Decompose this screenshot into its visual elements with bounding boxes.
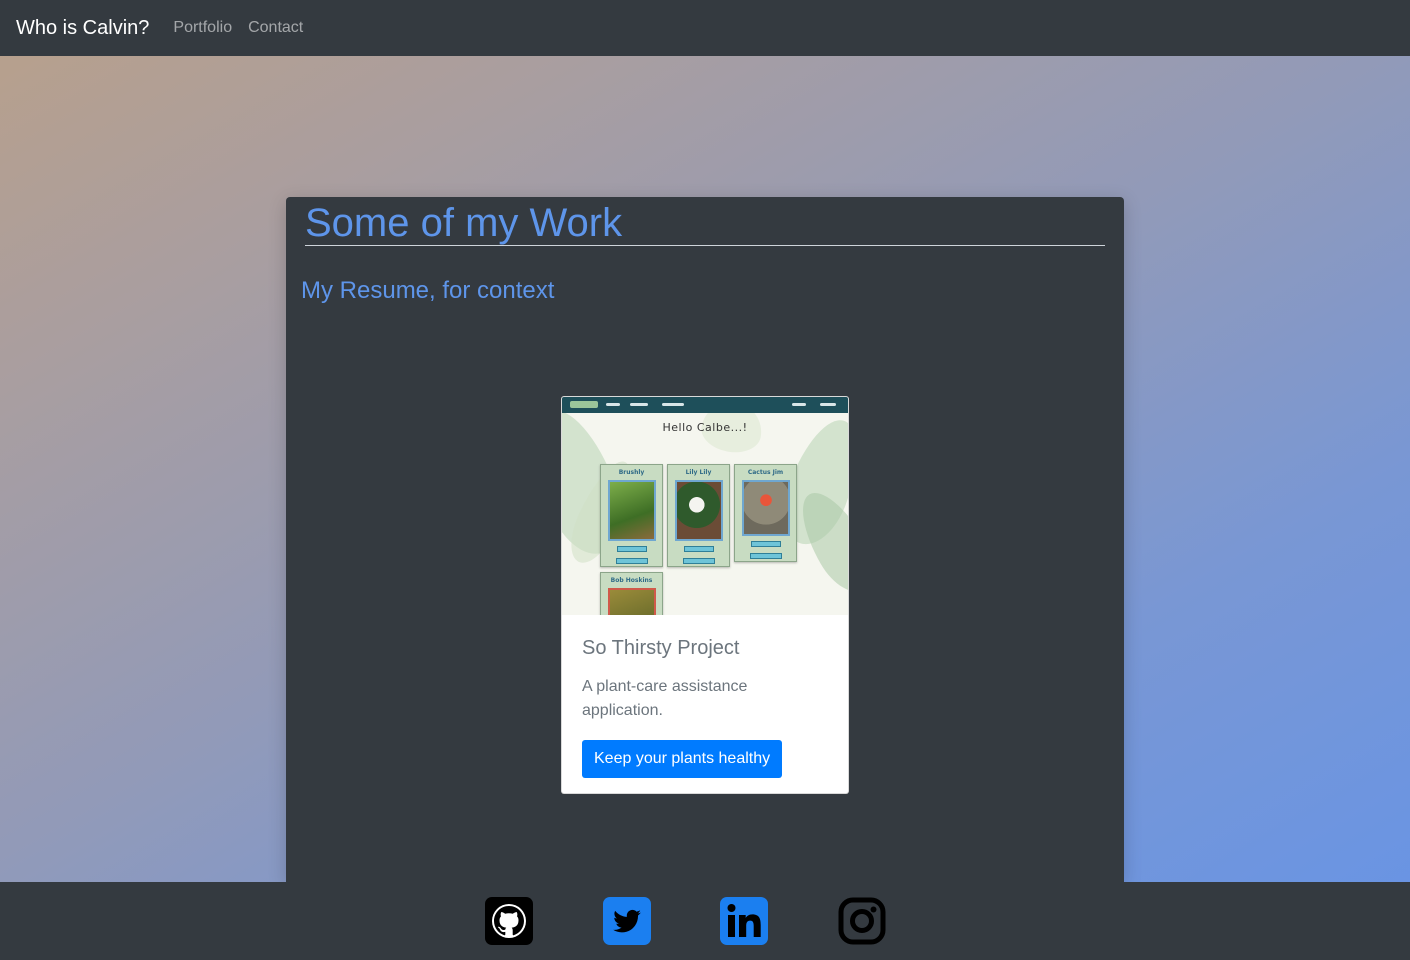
plant-name: Cactus Jim <box>747 469 784 476</box>
plant-name: Brushly <box>618 469 645 476</box>
thumbnail-nav-item <box>606 403 620 406</box>
twitter-icon[interactable] <box>603 897 651 945</box>
thumbnail-nav-item <box>662 403 684 406</box>
footer <box>0 882 1410 960</box>
plant-name: Lily Lily <box>685 469 712 476</box>
resume-link[interactable]: My Resume, for context <box>301 277 554 305</box>
plant-name: Bob Hoskins <box>610 577 653 584</box>
github-icon[interactable] <box>485 897 533 945</box>
plant-button <box>749 553 782 559</box>
plant-button <box>682 558 715 564</box>
plant-photo <box>607 480 656 541</box>
instagram-icon[interactable] <box>838 897 886 945</box>
thumbnail-plant-card: Cactus Jim <box>734 464 797 562</box>
thumbnail-nav-item <box>820 403 836 406</box>
top-navbar: Who is Calvin? Portfolio Contact <box>0 0 1410 56</box>
thumbnail-nav-item <box>630 403 648 406</box>
plant-button <box>750 541 781 547</box>
page-title: Some of my Work <box>305 200 1105 246</box>
project-title: So Thirsty Project <box>582 637 740 659</box>
project-description: A plant-care assistance application. <box>582 678 748 719</box>
thumbnail-logo <box>570 401 598 408</box>
brand-link[interactable]: Who is Calvin? <box>16 17 149 40</box>
linkedin-icon[interactable] <box>720 897 768 945</box>
plant-button <box>683 546 714 552</box>
project-screenshot: Hello Calbe...! Brushly Lily Lily Cactus… <box>562 397 848 615</box>
thumbnail-heading: Hello Calbe...! <box>662 421 748 434</box>
project-card: Hello Calbe...! Brushly Lily Lily Cactus… <box>561 396 849 794</box>
plant-button <box>615 558 648 564</box>
plant-photo <box>741 480 790 536</box>
card-body: So Thirsty Project A plant-care assistan… <box>582 635 828 778</box>
thumbnail-plant-card: Brushly <box>600 464 663 567</box>
nav-link-portfolio[interactable]: Portfolio <box>173 19 232 37</box>
portfolio-panel: Some of my Work My Resume, for context H… <box>286 197 1124 882</box>
project-link-button[interactable]: Keep your plants healthy <box>582 740 783 778</box>
thumbnail-nav-item <box>792 403 806 406</box>
plant-photo <box>674 480 723 541</box>
thumbnail-plant-card: Bob Hoskins <box>600 572 663 615</box>
nav-link-contact[interactable]: Contact <box>248 19 303 37</box>
thumbnail-plant-card: Lily Lily <box>667 464 730 567</box>
plant-photo <box>607 588 656 615</box>
thumbnail-navbar <box>562 397 848 413</box>
plant-button <box>616 546 647 552</box>
